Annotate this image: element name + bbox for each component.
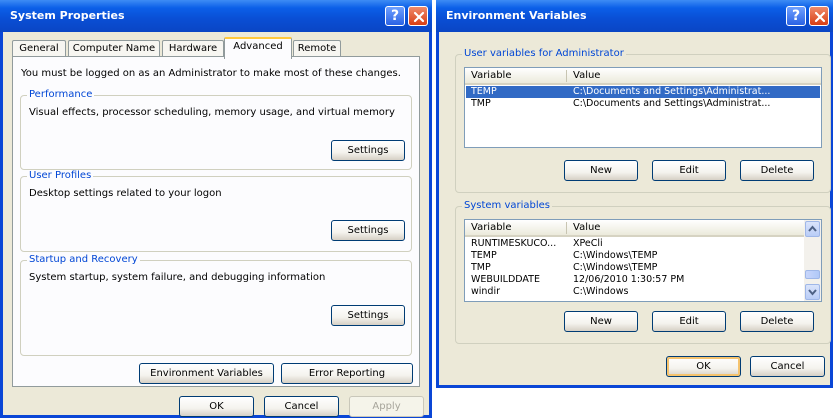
user-profiles-legend: User Profiles xyxy=(27,170,94,181)
system-variable-row[interactable]: RUNTIMESKUCO... XPeCli xyxy=(466,238,803,250)
environment-variables-title: Environment Variables xyxy=(446,9,587,22)
column-header-variable[interactable]: Variable xyxy=(471,70,512,81)
variable-name: WEBUILDDATE xyxy=(471,274,540,285)
advanced-tab-panel: You must be logged on as an Administrato… xyxy=(12,56,420,387)
user-variables-group: User variables for Administrator Variabl… xyxy=(455,48,831,193)
tab-label: Hardware xyxy=(168,43,218,54)
variable-name: RUNTIMESKUCO... xyxy=(471,238,557,249)
column-separator[interactable] xyxy=(566,70,567,82)
cancel-button[interactable]: Cancel xyxy=(264,396,339,417)
variable-name: TEMP xyxy=(471,250,497,261)
user-variables-list[interactable]: Variable Value TEMP C:\Documents and Set… xyxy=(464,67,822,148)
column-header-value[interactable]: Value xyxy=(573,222,600,233)
scroll-down-arrow-icon xyxy=(808,289,817,296)
system-list-header: Variable Value xyxy=(465,220,804,237)
system-variable-row[interactable]: TEMP C:\Windows\TEMP xyxy=(466,250,803,262)
help-button[interactable]: ? xyxy=(786,6,806,26)
scroll-up-button[interactable] xyxy=(805,221,820,237)
user-new-button[interactable]: New xyxy=(564,160,638,181)
user-variables-legend: User variables for Administrator xyxy=(462,48,626,59)
admin-notice: You must be logged on as an Administrato… xyxy=(21,68,401,79)
system-variables-legend: System variables xyxy=(462,200,553,211)
apply-button[interactable]: Apply xyxy=(349,396,424,417)
system-properties-client-area: General Computer Name Hardware Advanced … xyxy=(3,32,429,417)
system-delete-button[interactable]: Delete xyxy=(740,311,814,332)
user-profiles-description: Desktop settings related to your logon xyxy=(29,188,222,199)
system-new-button[interactable]: New xyxy=(564,311,638,332)
tab-label: Remote xyxy=(297,43,337,54)
column-separator[interactable] xyxy=(566,222,567,234)
performance-description: Visual effects, processor scheduling, me… xyxy=(29,107,395,118)
close-button[interactable] xyxy=(408,6,428,26)
performance-settings-button[interactable]: Settings xyxy=(331,140,405,161)
system-properties-window: System Properties ? General Computer Nam… xyxy=(0,0,432,418)
ok-button[interactable]: OK xyxy=(179,396,254,417)
variable-value: 12/06/2010 1:30:57 PM xyxy=(573,274,685,285)
system-variable-row[interactable]: windir C:\Windows xyxy=(466,286,803,298)
system-variable-row[interactable]: WEBUILDDATE 12/06/2010 1:30:57 PM xyxy=(466,274,803,286)
system-list-scrollbar[interactable] xyxy=(804,220,821,301)
performance-legend: Performance xyxy=(27,89,95,100)
user-profiles-group: User Profiles Desktop settings related t… xyxy=(20,170,412,252)
variable-value: C:\Windows xyxy=(573,286,629,297)
environment-variables-button[interactable]: Environment Variables xyxy=(139,363,274,384)
tab-label: General xyxy=(19,43,59,54)
startup-recovery-legend: Startup and Recovery xyxy=(27,254,140,265)
tab-label: Computer Name xyxy=(72,43,156,54)
scroll-up-arrow-icon xyxy=(808,225,817,232)
user-list-header: Variable Value xyxy=(465,68,821,85)
variable-name: TMP xyxy=(471,98,491,109)
help-icon: ? xyxy=(390,8,400,24)
variable-value: XPeCli xyxy=(573,238,603,249)
help-icon: ? xyxy=(791,8,801,24)
variable-name: windir xyxy=(471,286,501,297)
variable-value: C:\Windows\TEMP xyxy=(573,262,658,273)
variable-name: TMP xyxy=(471,262,491,273)
user-delete-button[interactable]: Delete xyxy=(740,160,814,181)
user-variable-row[interactable]: TMP C:\Documents and Settings\Administra… xyxy=(466,98,820,110)
column-header-variable[interactable]: Variable xyxy=(471,222,512,233)
variable-value: C:\Documents and Settings\Administrat... xyxy=(573,98,771,109)
variable-value: C:\Documents and Settings\Administrat... xyxy=(573,86,771,97)
environment-variables-window: Environment Variables ? User variables f… xyxy=(436,0,833,388)
system-variable-row[interactable]: TMP C:\Windows\TEMP xyxy=(466,262,803,274)
performance-group: Performance Visual effects, processor sc… xyxy=(20,89,412,170)
tab-label: Advanced xyxy=(233,41,283,52)
startup-recovery-group: Startup and Recovery System startup, sys… xyxy=(20,254,412,356)
help-button[interactable]: ? xyxy=(385,6,405,26)
scroll-down-button[interactable] xyxy=(805,284,820,300)
system-properties-title-bar[interactable]: System Properties ? xyxy=(0,0,432,32)
system-variables-list[interactable]: Variable Value RUNTIMESKUCO... XPeCli TE… xyxy=(464,219,822,302)
close-icon xyxy=(814,11,826,23)
close-button[interactable] xyxy=(809,6,829,26)
ok-button[interactable]: OK xyxy=(666,356,741,377)
environment-variables-title-bar[interactable]: Environment Variables ? xyxy=(436,0,833,32)
close-icon xyxy=(413,11,425,23)
scroll-thumb[interactable] xyxy=(805,270,820,279)
user-profiles-settings-button[interactable]: Settings xyxy=(331,220,405,241)
user-variable-row[interactable]: TEMP C:\Documents and Settings\Administr… xyxy=(466,86,820,98)
tab-advanced[interactable]: Advanced xyxy=(224,37,292,59)
variable-name: TEMP xyxy=(471,86,497,97)
system-edit-button[interactable]: Edit xyxy=(652,311,726,332)
user-edit-button[interactable]: Edit xyxy=(652,160,726,181)
system-variables-group: System variables Variable Value RUNTIMES… xyxy=(455,200,831,344)
error-reporting-button[interactable]: Error Reporting xyxy=(281,363,413,384)
startup-recovery-settings-button[interactable]: Settings xyxy=(331,305,405,326)
cancel-button[interactable]: Cancel xyxy=(750,356,825,377)
column-header-value[interactable]: Value xyxy=(573,70,600,81)
variable-value: C:\Windows\TEMP xyxy=(573,250,658,261)
startup-recovery-description: System startup, system failure, and debu… xyxy=(29,272,326,283)
environment-variables-client-area: User variables for Administrator Variabl… xyxy=(439,32,831,385)
system-properties-title: System Properties xyxy=(10,9,125,22)
